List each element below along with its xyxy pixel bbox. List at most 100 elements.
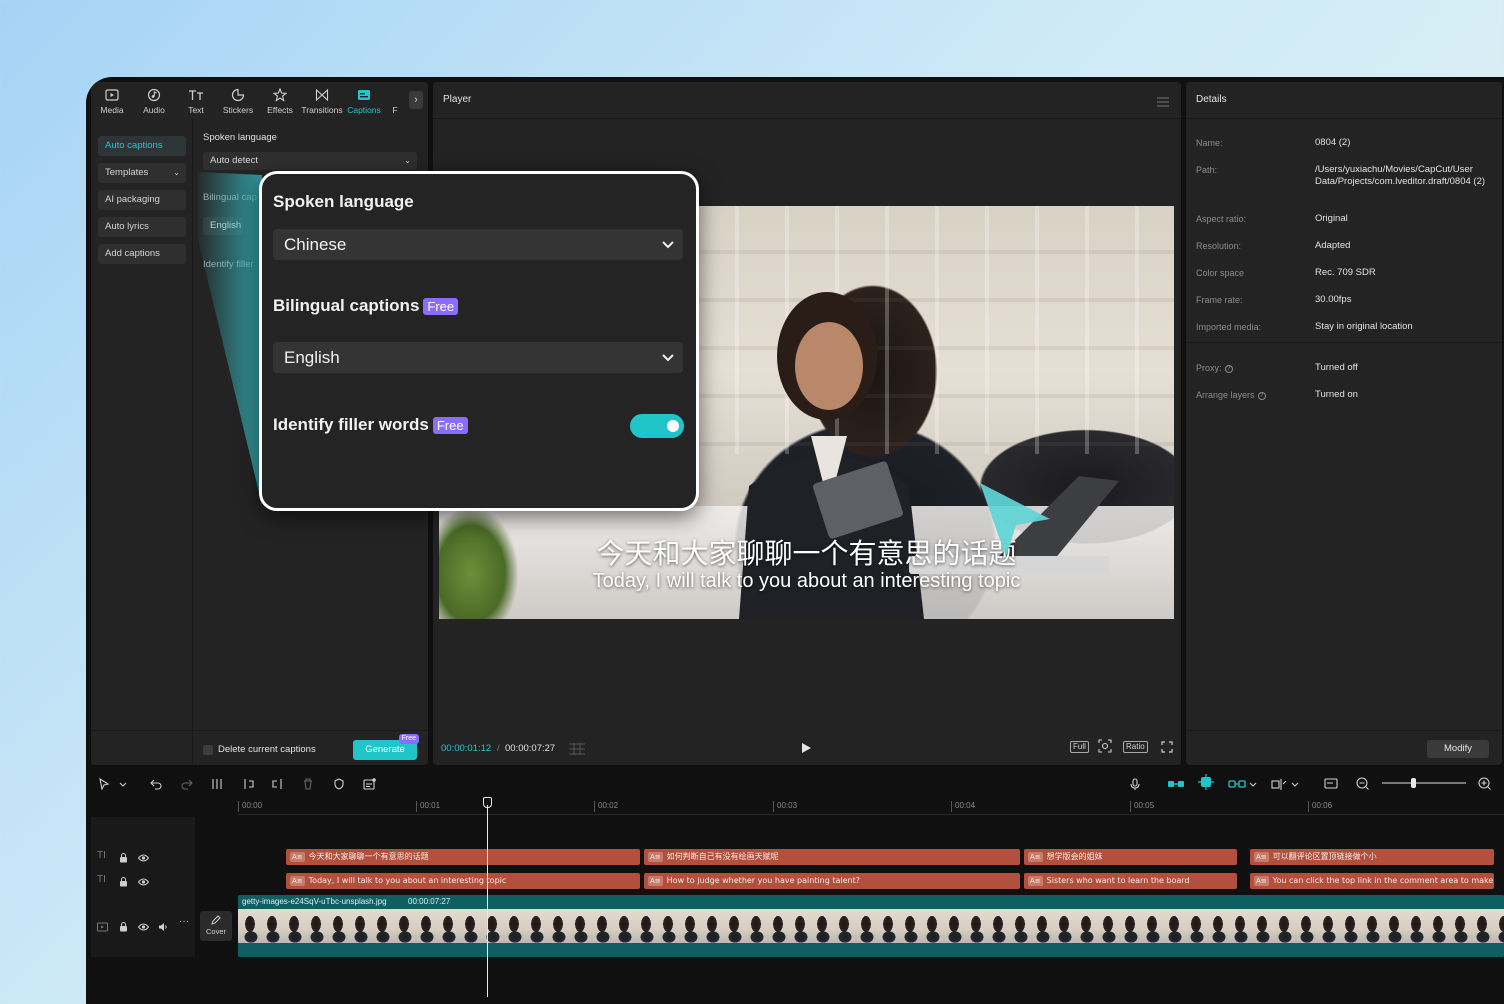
sidenav-item-auto-lyrics[interactable]: Auto lyrics [98,217,186,237]
caption-clip[interactable]: A≡ You can click the top link in the comm… [1250,873,1494,889]
sidenav-item-templates[interactable]: Templates ⌄ [98,163,186,183]
sidenav-item-auto-captions[interactable]: Auto captions [98,136,186,156]
tab-label: Audio [143,105,165,115]
eye-icon[interactable] [137,850,150,868]
preview-axis-icon[interactable] [1271,777,1287,795]
timeline-toolbar [86,769,1504,799]
fullscreen-icon[interactable] [1161,740,1173,758]
spoken-language-select[interactable]: Auto detect ⌄ [203,152,417,170]
more-icon[interactable]: ··· [179,916,189,927]
zoom-slider[interactable] [1382,782,1466,784]
grid-icon[interactable] [569,742,585,760]
auto-snap-icon[interactable] [1198,774,1214,795]
tab-filters[interactable]: F [385,82,405,118]
full-quality-button[interactable]: Full [1070,741,1089,753]
free-badge: Free [398,734,419,744]
detail-label-proxy: Proxy:? [1196,363,1233,373]
ratio-button[interactable]: Ratio [1123,741,1148,753]
eye-icon[interactable] [137,919,150,937]
detail-label: Aspect ratio: [1196,214,1247,224]
timeline-ruler[interactable]: 00:00 00:01 00:02 00:03 00:04 00:05 00:0… [238,799,1504,815]
free-badge: Free [423,298,459,316]
divider [1186,118,1502,119]
speaker-icon[interactable] [158,919,169,937]
delete-captions-checkbox[interactable] [203,745,213,755]
linkage-icon[interactable] [1228,777,1246,795]
select-value: English [210,220,242,231]
cover-button[interactable]: Cover [200,911,232,941]
split-icon[interactable] [211,777,223,795]
trash-icon[interactable] [302,777,314,795]
redo-icon[interactable] [181,777,193,795]
sidenav-item-add-captions[interactable]: Add captions [98,244,186,264]
callout-spoken-language-select[interactable]: Chinese [273,229,683,260]
tab-label: Transitions [301,105,343,115]
caption-clip[interactable]: A≡ 今天和大家聊聊一个有意思的话题 [286,849,640,865]
sidenav-item-ai-packaging[interactable]: AI packaging [98,190,186,210]
modify-button[interactable]: Modify [1427,740,1489,758]
video-clip[interactable]: getty-images-e24SqV-uTbc-unsplash.jpg 00… [238,895,1504,957]
sidenav-item-label: Add captions [105,248,160,259]
caption-clip[interactable]: A≡ 想学版会的姐妹 [1024,849,1237,865]
chevron-down-icon: ⌄ [404,156,411,165]
caption-clip[interactable]: A≡ Sisters who want to learn the board [1024,873,1237,889]
chevron-right-icon: › [414,94,418,106]
captions-track-icon[interactable] [1324,777,1340,795]
captions-settings-callout: Spoken language Chinese Bilingual captio… [259,171,699,511]
microphone-icon[interactable] [1129,777,1141,795]
eye-icon[interactable] [137,874,150,892]
screenshot-icon[interactable] [1098,739,1112,758]
zoom-slider-handle[interactable] [1411,778,1416,788]
shield-icon[interactable] [333,777,345,795]
caption-clip[interactable]: A≡ 可以翻评论区置顶链接做个小 [1250,849,1494,865]
chevron-down-icon[interactable] [1291,777,1299,795]
ruler-tick: 00:01 [416,801,440,812]
caption-clip[interactable]: A≡ How to judge whether you have painting… [644,873,1020,889]
tab-audio[interactable]: Audio [133,82,175,118]
chevron-down-icon[interactable] [119,777,127,795]
undo-icon[interactable] [150,777,162,795]
callout-bilingual-label: Bilingual captions Free [273,296,459,316]
lock-icon[interactable] [119,919,128,937]
info-icon[interactable]: ? [1257,391,1266,400]
lock-icon[interactable] [119,874,128,892]
menu-icon[interactable] [1157,94,1169,112]
tab-captions[interactable]: Captions [343,82,385,118]
bilingual-language-select[interactable]: English [203,217,243,235]
lock-icon[interactable] [119,850,128,868]
caption-clip-text: 可以翻评论区置顶链接做个小 [1272,852,1377,861]
tab-transitions[interactable]: Transitions [301,82,343,118]
caption-clip-icon: A≡ [1254,876,1269,886]
callout-bilingual-language-select[interactable]: English [273,342,683,373]
delete-left-icon[interactable] [242,777,254,795]
detail-label: Frame rate: [1196,295,1243,305]
detail-value: 30.00fps [1315,294,1352,305]
tabs-more-button[interactable]: › [409,91,423,109]
tab-media[interactable]: Media [91,82,133,118]
delete-right-icon[interactable] [272,777,284,795]
chevron-down-icon[interactable] [1249,777,1257,795]
main-track-magnet-icon[interactable] [1167,777,1185,795]
info-icon[interactable]: ? [1224,364,1233,373]
zoom-out-icon[interactable] [1356,777,1369,795]
detail-value: /Users/yuxiachu/Movies/CapCut/User Data/… [1315,164,1486,187]
play-icon[interactable] [800,741,812,759]
playhead[interactable] [483,797,492,997]
tab-effects[interactable]: Effects [259,82,301,118]
filler-words-toggle[interactable] [630,414,684,438]
select-tool-icon[interactable] [98,777,110,795]
caption-clip-icon: A≡ [290,876,305,886]
detail-label-arrange-layers: Arrange layers? [1196,390,1266,400]
tab-stickers[interactable]: Stickers [217,82,259,118]
caption-clip-icon: A≡ [1254,852,1269,862]
tab-text[interactable]: Text [175,82,217,118]
generate-button[interactable]: Generate Free [353,734,419,760]
detail-value: Turned on [1315,389,1358,400]
detail-value: Adapted [1315,240,1351,251]
caption-edit-icon[interactable] [363,777,376,795]
caption-clip[interactable]: A≡ Today, I will talk to you about an int… [286,873,640,889]
zoom-in-icon[interactable] [1478,777,1491,795]
caption-clip[interactable]: A≡ 如何判断自己有没有绘画天赋呢 [644,849,1020,865]
caption-clip-text: 今天和大家聊聊一个有意思的话题 [308,852,429,861]
player-controls: 00:00:01:12 / 00:00:07:27 Full Ratio [433,730,1181,765]
